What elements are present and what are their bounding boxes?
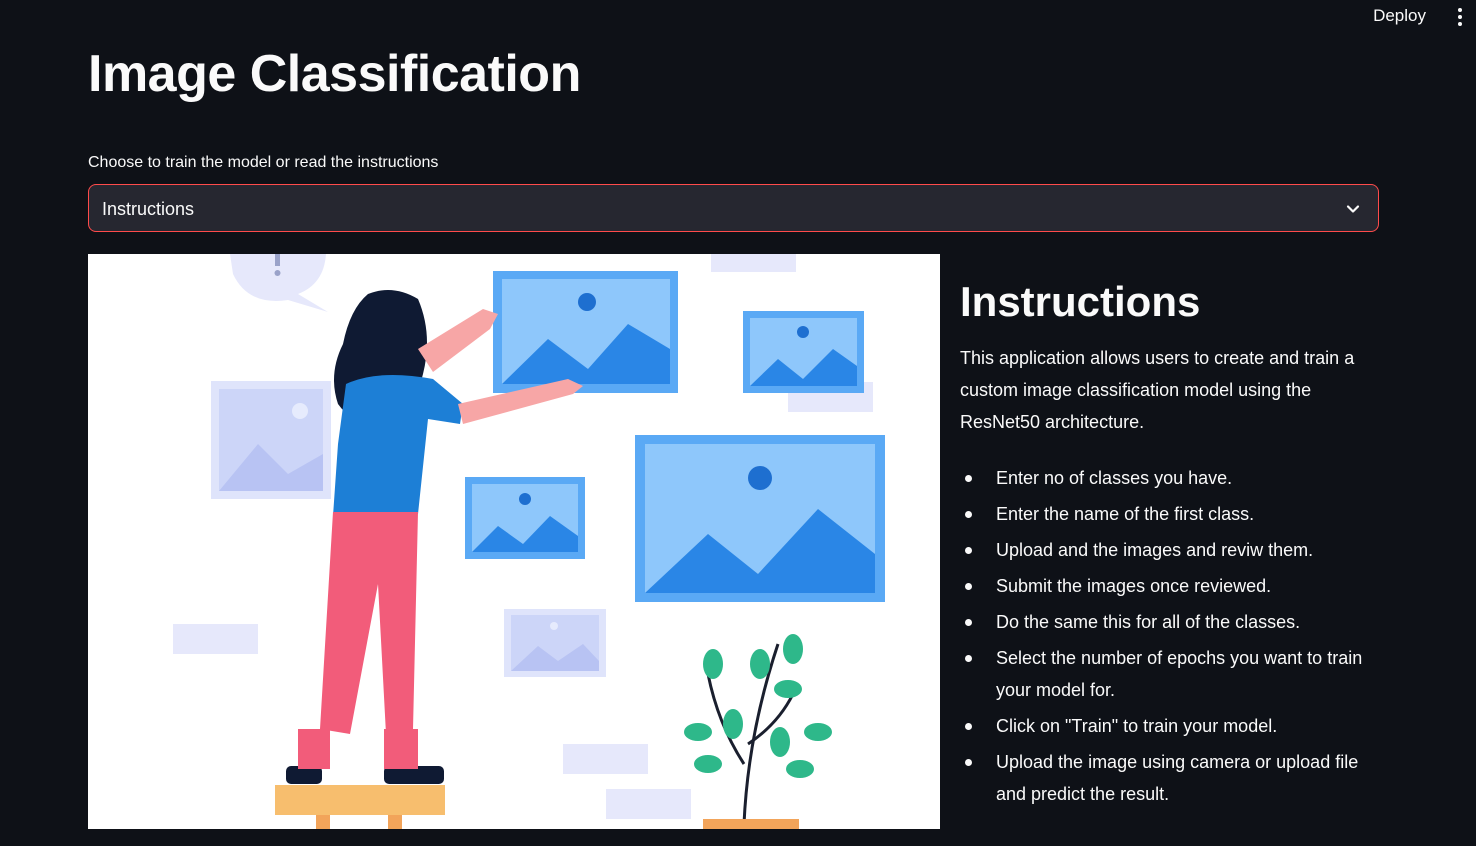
select-label: Choose to train the model or read the in… (88, 154, 439, 171)
step-item: Submit the images once reviewed. (965, 570, 1390, 602)
step-item: Do the same this for all of the classes. (965, 606, 1390, 638)
step-item: Click on "Train" to train your model. (965, 710, 1390, 742)
kebab-menu-icon[interactable] (1454, 6, 1466, 28)
step-item: Enter no of classes you have. (965, 462, 1390, 494)
chevron-down-icon[interactable] (1346, 202, 1360, 216)
step-item: Enter the name of the first class. (965, 498, 1390, 530)
deploy-button[interactable]: Deploy (1373, 6, 1426, 26)
instructions-illustration (88, 254, 940, 829)
instructions-steps: Enter no of classes you have. Enter the … (960, 462, 1390, 810)
instructions-panel: Instructions This application allows use… (960, 276, 1390, 814)
page-title: Image Classification (88, 45, 581, 103)
instructions-heading: Instructions (960, 278, 1201, 325)
mode-select[interactable]: Instructions (88, 184, 1379, 232)
illustration-art (173, 254, 885, 829)
instructions-intro: This application allows users to create … (960, 348, 1355, 432)
step-item: Upload the image using camera or upload … (965, 746, 1390, 810)
top-toolbar: Deploy (0, 0, 1476, 36)
select-value: Instructions (102, 199, 195, 219)
step-item: Upload and the images and reviw them. (965, 534, 1390, 566)
step-item: Select the number of epochs you want to … (965, 642, 1390, 706)
